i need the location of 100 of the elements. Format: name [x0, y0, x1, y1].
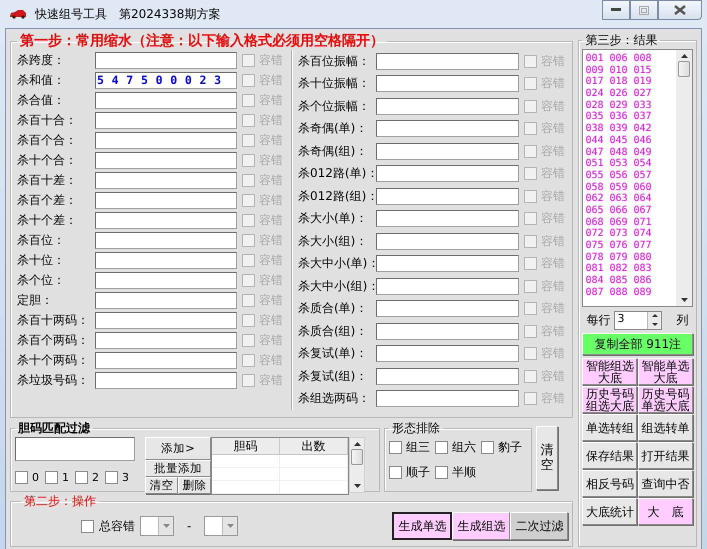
checkbox[interactable] — [389, 466, 402, 479]
action-button[interactable]: 大 底 — [638, 498, 693, 525]
input-field[interactable] — [376, 98, 519, 115]
result-number: 071 — [633, 216, 653, 228]
input-field[interactable] — [15, 437, 135, 461]
scroll-up-icon[interactable] — [680, 54, 688, 58]
spin-up-icon[interactable] — [652, 314, 658, 318]
close-button[interactable] — [658, 0, 702, 20]
input-field[interactable] — [95, 92, 237, 108]
minimize-button[interactable] — [602, 0, 630, 20]
input-field[interactable] — [95, 292, 237, 308]
action-button[interactable]: 打开结果 — [638, 442, 693, 469]
dropdown[interactable] — [140, 516, 174, 536]
checkbox-label: 容错 — [541, 142, 565, 160]
field-label: 杀百个两码： — [17, 332, 90, 348]
input-field[interactable] — [376, 52, 519, 70]
input-field[interactable] — [95, 352, 237, 368]
spin-down-icon[interactable] — [652, 322, 658, 326]
generate-button[interactable]: 生成单选 — [392, 512, 452, 540]
clear-button[interactable]: 清空 — [536, 426, 558, 490]
checkbox-label: 容错 — [541, 255, 565, 272]
checkbox[interactable] — [389, 441, 402, 454]
batch-add-button[interactable]: 批量添加 — [145, 460, 211, 477]
input-field[interactable] — [376, 255, 519, 272]
input-field[interactable] — [95, 132, 237, 148]
input-field[interactable] — [376, 188, 519, 205]
checkbox[interactable] — [481, 441, 494, 454]
result-number: 039 — [609, 123, 629, 135]
checkbox[interactable] — [45, 471, 58, 484]
input-field[interactable] — [95, 172, 237, 188]
generate-button[interactable]: 生成组选 — [452, 512, 510, 540]
checkbox[interactable] — [435, 441, 448, 454]
input-field[interactable] — [376, 210, 519, 228]
input-field[interactable] — [95, 372, 237, 388]
checkbox-label: 容错 — [259, 132, 283, 148]
input-field[interactable] — [376, 75, 519, 92]
action-button[interactable]: 智能单选大底 — [638, 358, 693, 385]
scrollbar[interactable] — [349, 437, 365, 493]
result-number: 051 — [585, 158, 605, 170]
input-field[interactable] — [376, 300, 519, 318]
scroll-thumb[interactable] — [351, 449, 363, 465]
input-field[interactable] — [95, 212, 237, 228]
action-button[interactable]: 保存结果 — [582, 442, 638, 469]
scroll-up-icon[interactable] — [354, 442, 360, 446]
action-button[interactable]: 历史号码单选大底 — [638, 386, 693, 413]
window-title: 快速组号工具 第2024338期方案 — [35, 6, 220, 22]
input-field[interactable] — [95, 232, 237, 248]
input-field[interactable] — [95, 52, 237, 68]
field-label: 杀组选两码： — [298, 390, 371, 408]
dropdown-arrow-icon[interactable] — [162, 524, 170, 528]
result-number: 026 — [609, 88, 629, 100]
input-field[interactable] — [376, 232, 519, 250]
action-button[interactable]: 相反号码 — [582, 470, 638, 497]
column-header[interactable]: 胆码 — [212, 438, 280, 455]
checkbox[interactable] — [15, 471, 28, 484]
add-button[interactable]: 添加> — [145, 437, 211, 460]
scroll-down-icon[interactable] — [680, 298, 688, 302]
scrollbar[interactable] — [676, 50, 692, 306]
generate-button[interactable]: 二次过滤 — [510, 512, 568, 540]
scroll-thumb[interactable] — [678, 61, 690, 77]
input-field[interactable] — [376, 142, 519, 160]
per-row-label: 每行 — [586, 312, 610, 328]
input-field[interactable] — [376, 345, 519, 362]
column-header[interactable]: 出数 — [280, 438, 348, 455]
copy-all-button[interactable]: 复制全部 911注 — [582, 333, 693, 355]
field-label: 杀合值： — [17, 92, 66, 108]
input-field[interactable] — [376, 120, 519, 138]
action-button[interactable]: 单选转组 — [582, 414, 638, 441]
input-field[interactable] — [376, 322, 519, 340]
input-field[interactable] — [95, 272, 237, 288]
delete-button[interactable]: 删除 — [178, 477, 211, 494]
checkbox[interactable] — [81, 520, 94, 532]
checkbox-label: 容错 — [541, 300, 565, 318]
spin-field[interactable]: 3 — [614, 310, 662, 330]
field-label: 杀个位： — [17, 272, 66, 288]
input-field[interactable] — [95, 192, 237, 208]
input-field[interactable] — [95, 332, 237, 348]
clear-button[interactable]: 清空 — [145, 477, 178, 494]
scroll-down-icon[interactable] — [354, 484, 360, 488]
input-field[interactable] — [95, 312, 237, 328]
maximize-icon — [639, 6, 649, 14]
action-button[interactable]: 组选转单 — [638, 414, 693, 441]
action-button[interactable]: 大底统计 — [582, 498, 638, 525]
action-button[interactable]: 智能组选大底 — [582, 358, 638, 385]
input-field[interactable] — [376, 368, 519, 385]
checkbox[interactable] — [435, 466, 448, 479]
input-field[interactable] — [95, 252, 237, 268]
checkbox[interactable] — [75, 471, 88, 484]
input-field[interactable] — [376, 390, 519, 408]
input-field[interactable] — [95, 112, 237, 128]
checkbox[interactable] — [105, 471, 118, 484]
field-label: 杀百十合： — [17, 112, 78, 128]
input-field[interactable] — [376, 165, 519, 182]
action-button[interactable]: 查询中否 — [638, 470, 693, 497]
input-field[interactable] — [95, 152, 237, 168]
input-field[interactable] — [376, 278, 519, 295]
action-button[interactable]: 历史号码组选大底 — [582, 386, 638, 413]
dropdown[interactable] — [204, 516, 238, 536]
dropdown-arrow-icon[interactable] — [226, 524, 234, 528]
checkbox-label: 容错 — [541, 120, 565, 138]
